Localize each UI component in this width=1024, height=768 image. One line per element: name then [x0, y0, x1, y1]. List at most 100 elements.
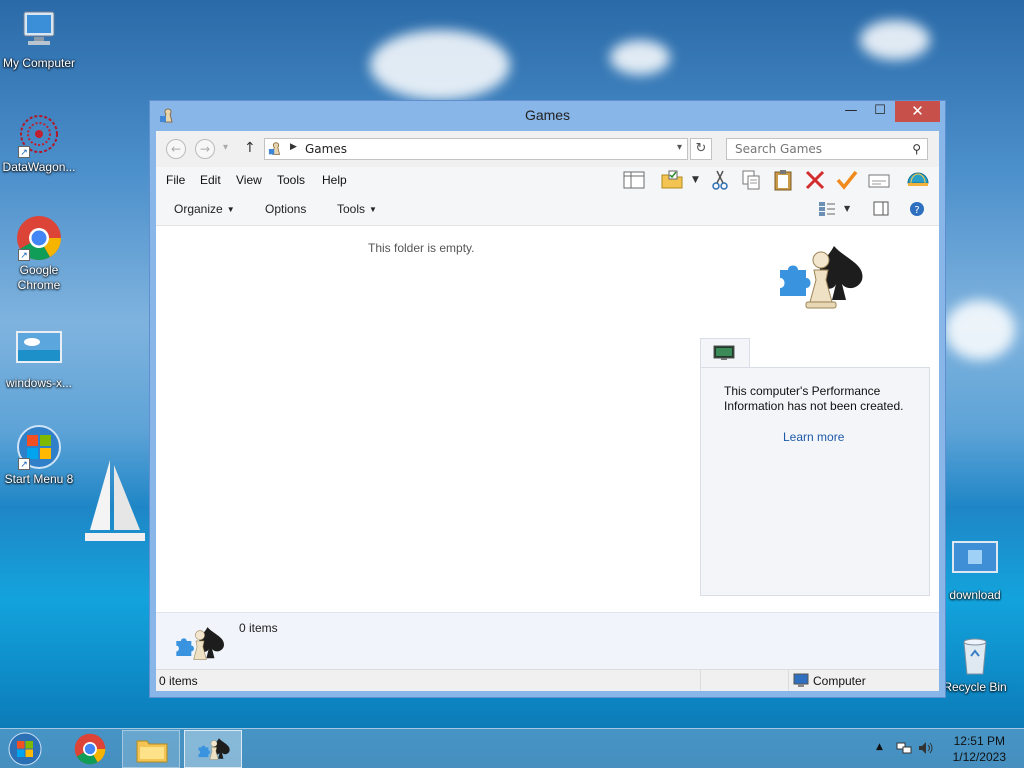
show-hidden-icons-icon[interactable]: ▲ [876, 742, 883, 752]
menu-bar: File Edit View Tools Help ▼ [156, 167, 939, 193]
address-field[interactable]: ▶ Games ▾ [264, 138, 688, 160]
chrome-icon [74, 733, 106, 765]
taskbar-chrome[interactable] [61, 730, 119, 768]
menu-file[interactable]: File [166, 173, 185, 187]
desktop-icon-my-computer[interactable]: My Computer [0, 8, 78, 70]
chevron-down-icon: ▼ [369, 205, 377, 214]
up-button[interactable]: ↑ [244, 140, 256, 156]
menu-edit[interactable]: Edit [200, 173, 221, 187]
games-logo-icon [176, 627, 224, 660]
folder-icon [136, 740, 168, 763]
image-file-icon [16, 331, 62, 363]
window-title: Games [524, 107, 571, 123]
volume-icon[interactable] [918, 741, 934, 758]
breadcrumb-games[interactable]: Games [305, 142, 347, 156]
network-icon[interactable] [896, 741, 912, 758]
status-location: Computer [813, 674, 866, 688]
status-item-count: 0 items [159, 674, 198, 688]
status-bar: 0 items Computer [156, 669, 939, 691]
tools-button[interactable]: Tools ▼ [337, 202, 377, 216]
tools-label: Tools [337, 202, 366, 216]
performance-info-text: This computer's Performance Information … [724, 384, 904, 413]
window-client-area: ← → ▾ ↑ ▶ Games ▾ ↻ ⚲ File Edit V [156, 131, 939, 691]
games-logo-icon [780, 246, 863, 309]
content-area[interactable]: This folder is empty. This computer's Pe… [156, 226, 939, 612]
menu-tools[interactable]: Tools [277, 173, 305, 187]
computer-icon [23, 11, 55, 45]
start-button[interactable] [7, 731, 43, 767]
delete-icon[interactable] [803, 169, 827, 191]
details-item-count: 0 items [239, 621, 278, 635]
properties-check-icon[interactable] [835, 169, 859, 191]
search-input[interactable] [727, 139, 897, 159]
breadcrumb-separator-icon: ▶ [290, 142, 297, 152]
games-folder-icon [268, 142, 281, 155]
desktop-icon-windows-x[interactable]: windows-x... [0, 328, 78, 390]
close-button[interactable]: ✕ [895, 101, 940, 122]
network-globe-icon[interactable] [906, 169, 930, 191]
svg-text:?: ? [914, 205, 919, 216]
taskbar-clock[interactable]: 12:51 PM 1/12/2023 [953, 733, 1006, 765]
taskbar-games[interactable] [184, 730, 242, 768]
taskbar: ▲ 12:51 PM 1/12/2023 [0, 728, 1024, 768]
empty-folder-message: This folder is empty. [368, 241, 475, 255]
preview-pane-icon[interactable] [873, 201, 889, 219]
cloud [945, 300, 1015, 360]
desktop-icon-label: Start Menu 8 [4, 472, 74, 486]
games-explorer-window: Games — ☐ ✕ ← → ▾ ↑ ▶ Games ▾ ↻ ⚲ [149, 100, 946, 698]
organize-label: Organize [174, 202, 223, 216]
cut-icon[interactable] [708, 169, 732, 191]
menu-view[interactable]: View [236, 173, 262, 187]
computer-icon [793, 673, 809, 687]
shortcut-arrow-icon: ↗ [18, 458, 30, 470]
recycle-bin-icon [963, 638, 987, 675]
folder-options-dropdown-icon[interactable]: ▼ [692, 175, 699, 185]
search-icon[interactable]: ⚲ [912, 142, 921, 156]
recent-locations-dropdown[interactable]: ▾ [223, 142, 228, 153]
copy-icon[interactable] [739, 169, 763, 191]
view-options-dropdown-icon[interactable]: ▼ [844, 204, 850, 213]
desktop-icon-label: Google Chrome [17, 263, 61, 292]
clock-time: 12:51 PM [953, 734, 1005, 748]
performance-info-panel: This computer's Performance Information … [700, 367, 930, 596]
minimize-button[interactable]: — [837, 101, 865, 122]
performance-tab[interactable] [700, 338, 750, 368]
maximize-button[interactable]: ☐ [866, 101, 894, 122]
clock-date: 1/12/2023 [952, 750, 1006, 764]
folder-options-icon[interactable] [660, 169, 684, 191]
options-button[interactable]: Options [265, 202, 306, 216]
help-icon[interactable]: ? [909, 201, 925, 220]
desktop-icon-google-chrome[interactable]: ↗ Google Chrome [0, 215, 78, 293]
back-button[interactable]: ← [166, 139, 186, 159]
layout-pane-icon[interactable] [622, 169, 646, 191]
paste-icon[interactable] [771, 169, 795, 191]
cloud [370, 30, 510, 100]
organize-button[interactable]: Organize ▼ [174, 202, 235, 216]
forward-button[interactable]: → [195, 139, 215, 159]
desktop-icon-label: download [949, 588, 1001, 602]
desktop-icon-label: DataWagon... [2, 160, 76, 174]
system-tray: ▲ 12:51 PM 1/12/2023 [874, 729, 1024, 768]
image-file-icon [952, 541, 998, 573]
desktop-icon-start-menu-8[interactable]: ↗ Start Menu 8 [0, 424, 78, 486]
monitor-icon [713, 345, 735, 360]
details-pane: 0 items [156, 612, 939, 670]
taskbar-file-explorer[interactable] [122, 730, 180, 768]
desktop-icon-recycle-bin[interactable]: Recycle Bin [936, 632, 1014, 694]
command-bar: Organize ▼ Options Tools ▼ ▼ ? [156, 193, 939, 226]
desktop-icon-download[interactable]: download [936, 540, 1014, 602]
status-divider [788, 670, 789, 691]
learn-more-link[interactable]: Learn more [783, 430, 844, 444]
title-bar[interactable]: Games — ☐ ✕ [150, 101, 945, 131]
rename-icon[interactable] [867, 169, 891, 191]
desktop-icon-label: Recycle Bin [943, 680, 1007, 694]
address-dropdown-button[interactable]: ▾ [677, 142, 682, 153]
address-bar-row: ← → ▾ ↑ ▶ Games ▾ ↻ ⚲ [156, 131, 939, 167]
games-logo-icon [198, 738, 230, 760]
cloud [610, 40, 670, 75]
change-view-icon[interactable] [818, 201, 836, 217]
search-box[interactable]: ⚲ [726, 138, 928, 160]
desktop-icon-datawagon[interactable]: ↗ DataWagon... [0, 112, 78, 174]
menu-help[interactable]: Help [322, 173, 347, 187]
refresh-button[interactable]: ↻ [690, 138, 712, 160]
